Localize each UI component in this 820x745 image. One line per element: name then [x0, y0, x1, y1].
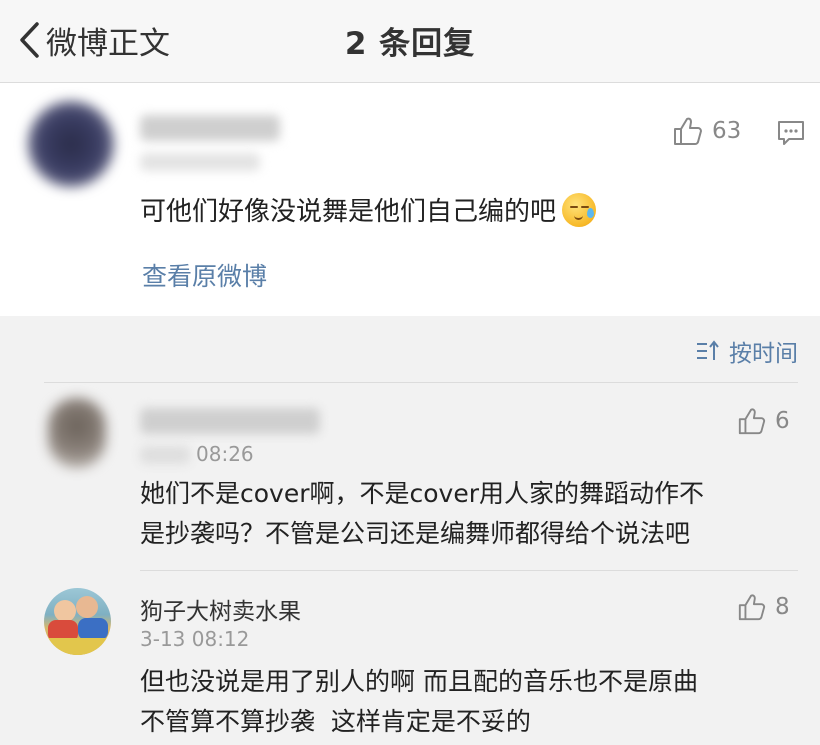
avatar[interactable]	[44, 588, 111, 655]
time-blurred-prefix	[140, 446, 190, 464]
reply-time: 08:26	[196, 442, 254, 466]
reply-text-line: 但也没说是用了别人的啊 而且配的音乐也不是原曲	[140, 667, 698, 696]
sort-toggle[interactable]: 按时间	[695, 334, 798, 368]
username-blurred	[140, 408, 320, 434]
reply-text-line: 不管算不算抄袭 这样肯定是不妥的	[140, 707, 531, 736]
avatar[interactable]	[28, 101, 114, 187]
like-count: 8	[775, 594, 790, 620]
view-original-link[interactable]: 查看原微博	[142, 257, 267, 293]
comment-text-row: 可他们好像没说舞是他们自己编的吧	[140, 191, 597, 228]
like-button[interactable]: 63	[672, 115, 741, 147]
like-count: 6	[775, 408, 790, 434]
avatar[interactable]	[48, 398, 106, 468]
like-count: 63	[712, 118, 742, 144]
username-blurred	[140, 115, 280, 141]
sort-label: 按时间	[729, 341, 798, 367]
reply-text-line: 她们不是cover啊，不是cover用人家的舞蹈动作不	[140, 479, 704, 508]
reply-text: 她们不是cover啊，不是cover用人家的舞蹈动作不 是抄袭吗？不管是公司还是…	[140, 474, 704, 554]
reply-time: 3-13 08:12	[140, 627, 250, 651]
comment-icon[interactable]	[776, 119, 806, 147]
divider	[44, 382, 798, 383]
like-button[interactable]: 6	[737, 406, 790, 436]
main-comment: 63 可他们好像没说舞是他们自己编的吧 查看原微博	[0, 83, 820, 316]
thumbs-up-icon	[738, 594, 766, 621]
reply-username[interactable]: 狗子大树卖水果	[140, 592, 301, 626]
like-button[interactable]: 8	[737, 592, 790, 622]
divider	[140, 570, 798, 571]
reply-text-line: 是抄袭吗？不管是公司还是编舞师都得给个说法吧	[140, 519, 691, 548]
timestamp-blurred	[140, 153, 260, 171]
nav-bar: 微博正文 2 条回复	[0, 0, 820, 83]
thumbs-up-icon	[738, 408, 766, 435]
thumbs-up-icon	[674, 117, 702, 145]
comment-text: 可他们好像没说舞是他们自己编的吧	[140, 197, 557, 227]
reply-text: 但也没说是用了别人的啊 而且配的音乐也不是原曲 不管算不算抄袭 这样肯定是不妥的	[140, 662, 698, 742]
page-title: 2 条回复	[344, 26, 476, 62]
sort-icon	[697, 340, 719, 360]
sweat-emoji-icon	[562, 192, 597, 227]
